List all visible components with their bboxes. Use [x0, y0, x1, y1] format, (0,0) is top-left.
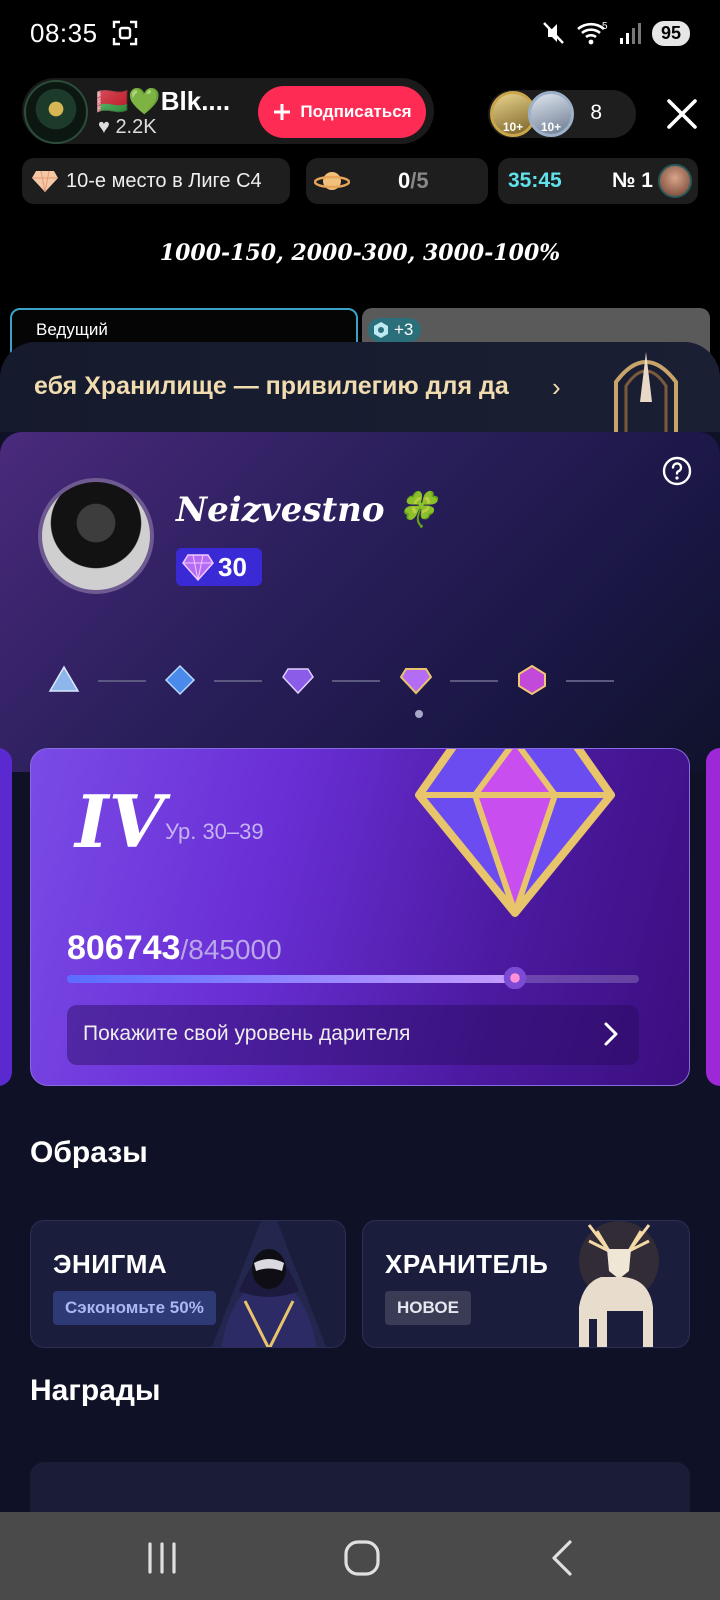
league-text: 10-е место в Лиге С4 — [66, 169, 262, 192]
tier-gem-icon — [415, 749, 615, 917]
current-tier-indicator — [415, 710, 423, 718]
hexagon-icon — [374, 322, 388, 338]
host-avatar[interactable] — [24, 80, 88, 144]
vault-gate-icon — [614, 352, 678, 432]
plus-icon — [274, 104, 291, 120]
system-nav-bar — [0, 1512, 720, 1600]
tier-1-gem-icon[interactable] — [48, 664, 80, 696]
planet-icon — [314, 172, 350, 190]
recent-apps-icon[interactable] — [142, 1538, 182, 1578]
subscribe-button[interactable]: Подписаться — [258, 86, 426, 138]
looks-section-title: Образы — [30, 1136, 148, 1169]
progress-rocket-icon — [500, 967, 530, 989]
planet-progress: 0/5 — [398, 168, 429, 194]
battery-indicator: 95 — [651, 20, 690, 46]
screenshot-icon — [112, 20, 138, 46]
tier-range: Ур. 30–39 — [165, 819, 264, 844]
close-icon[interactable] — [664, 96, 700, 132]
enigma-figure-image — [211, 1221, 327, 1347]
profile-name: Neizvestno 🍀 — [176, 490, 439, 530]
status-bar: 08:35 5 95 — [0, 0, 720, 66]
status-time: 08:35 — [30, 18, 98, 48]
wifi-gen-label: 5 — [602, 21, 608, 32]
signal-icon — [619, 23, 641, 44]
show-gifter-level-label: Покажите свой уровень дарителя — [83, 1022, 411, 1045]
look-name: ЭНИГМА — [53, 1249, 168, 1279]
tab-host-label: Ведущий — [36, 320, 108, 339]
guardian-deer-image — [579, 1221, 659, 1347]
look-card-enigma[interactable]: ЭНИГМА Сэкономьте 50% — [30, 1220, 346, 1348]
tier-roman: IV — [75, 779, 165, 864]
xp-progress: 806743/845000 — [67, 929, 282, 968]
xp-progress-bar — [67, 967, 639, 989]
viewer-avatar[interactable]: 10+ — [528, 91, 574, 137]
rewards-list[interactable] — [30, 1462, 690, 1512]
rank-avatar[interactable] — [658, 164, 692, 198]
planet-total: /5 — [410, 168, 429, 193]
heart-icon: ♥ — [98, 116, 110, 138]
xp-total: /845000 — [180, 934, 282, 965]
planet-chip[interactable]: 0/5 — [306, 158, 488, 204]
chevron-right-icon: › — [552, 372, 561, 402]
help-icon[interactable] — [662, 456, 692, 486]
guests-badge-count: +3 — [394, 320, 414, 339]
ranking-timer: 35:45 — [508, 169, 562, 192]
tier-track — [0, 652, 720, 718]
rewards-section-title: Награды — [30, 1374, 161, 1407]
host-likes-count: 2.2K — [115, 116, 157, 138]
mute-icon — [543, 22, 564, 44]
gifter-level-badge: 30 — [176, 548, 262, 586]
host-info-pill[interactable]: 🇧🇾💚Blk.... ♥ 2.2K Подписаться — [22, 78, 434, 144]
home-icon[interactable] — [342, 1538, 382, 1578]
tier-2-gem-icon[interactable] — [164, 664, 196, 696]
tier-card: IV Ур. 30–39 806743/845000 Покажите свой… — [30, 748, 690, 1086]
vault-banner-text: ебя Хранилище — привилегию для да — [34, 372, 509, 400]
viewer-count[interactable]: 8 — [590, 101, 602, 125]
gem-icon — [182, 554, 214, 581]
discount-tag: Сэкономьте 50% — [53, 1291, 216, 1325]
profile-area: Neizvestno 🍀 30 — [0, 432, 720, 772]
league-chip[interactable]: 10-е место в Лиге С4 — [22, 158, 290, 204]
tier-4-gem-icon[interactable] — [400, 664, 432, 696]
gifter-level-sheet: ебя Хранилище — привилегию для да › Neiz… — [0, 342, 720, 1512]
viewer-badge: 10+ — [502, 120, 524, 134]
show-gifter-level-button[interactable]: Покажите свой уровень дарителя — [67, 1005, 639, 1065]
diamond-icon — [32, 170, 58, 193]
back-icon[interactable] — [544, 1538, 584, 1578]
rank-number: № 1 — [612, 169, 653, 192]
next-tier-card-edge[interactable] — [706, 748, 720, 1086]
host-likes: ♥ 2.2K — [98, 116, 157, 139]
wifi-icon: 5 — [577, 21, 608, 45]
viewer-badge: 10+ — [540, 120, 562, 134]
ranking-chip[interactable]: 35:45 № 1 — [498, 158, 698, 204]
prev-tier-card-edge[interactable] — [0, 748, 12, 1086]
tier-5-gem-icon[interactable] — [516, 664, 548, 696]
xp-current: 806743 — [67, 929, 181, 967]
vault-banner[interactable]: ебя Хранилище — привилегию для да › — [0, 342, 720, 432]
tier-3-gem-icon[interactable] — [282, 664, 314, 696]
profile-avatar[interactable] — [38, 478, 154, 594]
look-card-guardian[interactable]: ХРАНИТЕЛЬ НОВОЕ — [362, 1220, 690, 1348]
top-viewers[interactable]: 10+ 10+ 8 — [488, 90, 636, 138]
chevron-right-icon — [604, 1022, 618, 1046]
guests-badge: +3 — [368, 318, 422, 342]
stream-goal-text: 1000-150, 2000-300, 3000-100% — [159, 240, 561, 266]
planet-current: 0 — [398, 168, 411, 193]
xp-progress-fill — [67, 975, 515, 983]
gifter-level-number: 30 — [218, 551, 247, 582]
look-name: ХРАНИТЕЛЬ — [385, 1249, 549, 1279]
profile-name-text: Neizvestno — [176, 490, 385, 530]
clover-icon: 🍀 — [396, 490, 439, 530]
host-name: 🇧🇾💚Blk.... — [96, 86, 231, 116]
new-tag: НОВОЕ — [385, 1291, 471, 1325]
subscribe-label: Подписаться — [300, 102, 412, 121]
